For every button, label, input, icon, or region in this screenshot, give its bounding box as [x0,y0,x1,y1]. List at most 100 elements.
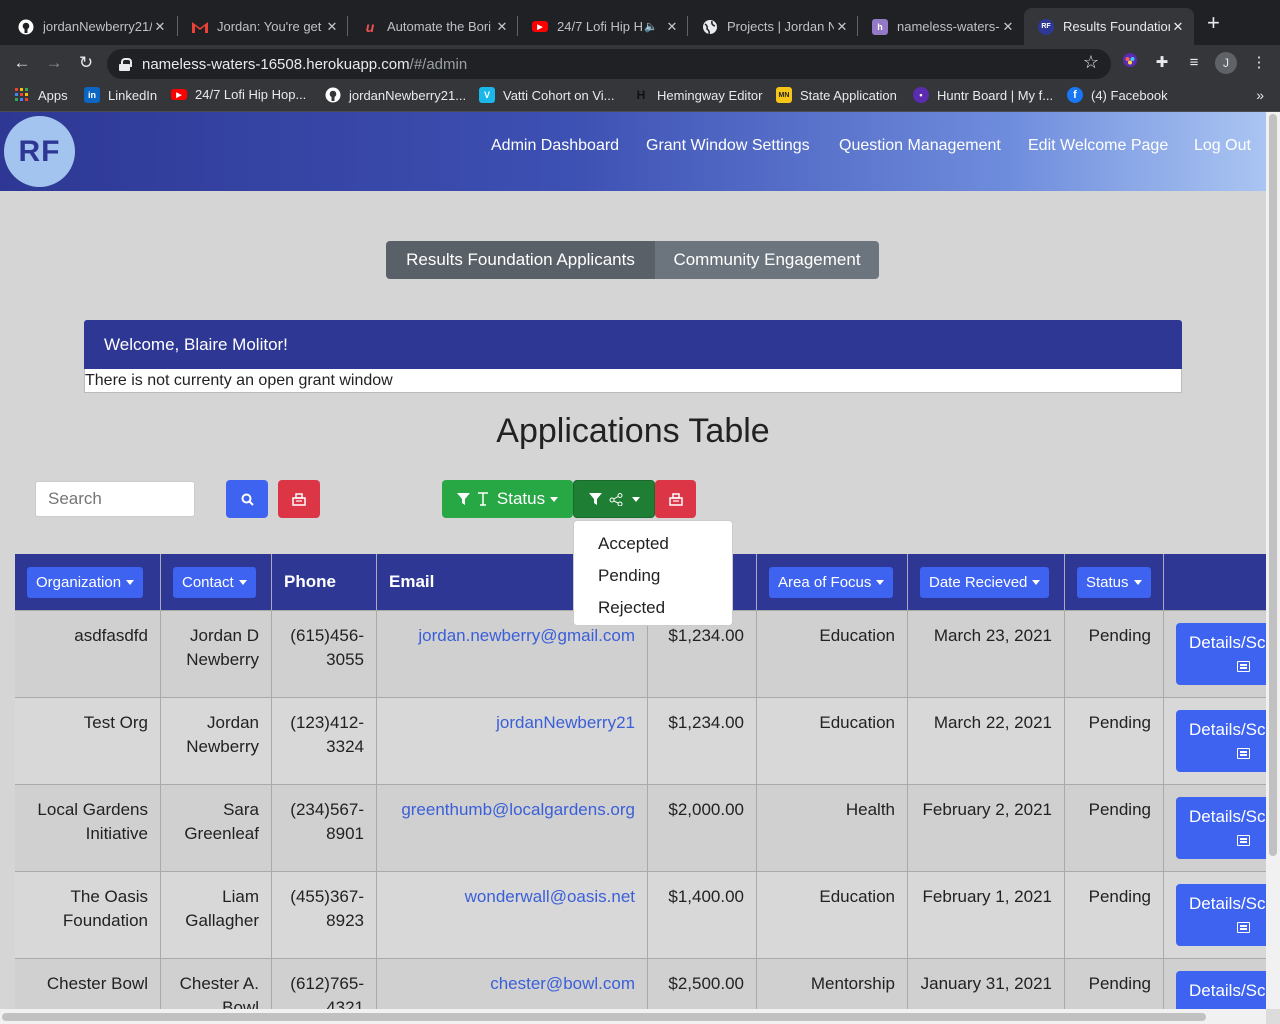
cell-email[interactable]: greenthumb@localgardens.org [377,785,648,872]
col-organization: Organization [15,554,161,610]
search-input[interactable]: Search [35,481,195,517]
bookmark-vimeo[interactable]: V Vatti Cohort on Vi... [479,87,615,103]
cell-date-received: February 1, 2021 [908,872,1065,959]
github-icon [18,19,34,35]
rf-logo[interactable]: RF [4,116,75,187]
toggle-community-engagement[interactable]: Community Engagement [655,241,879,279]
col-contact: Contact [161,554,272,610]
media-queue-icon[interactable]: ≡ [1183,52,1205,74]
cell-date-received: March 22, 2021 [908,698,1065,785]
kebab-menu-icon[interactable]: ⋮ [1248,52,1270,74]
horizontal-scroll-thumb[interactable] [2,1013,1206,1021]
bookmark-facebook[interactable]: f (4) Facebook [1067,87,1168,103]
bookmark-label: 24/7 Lofi Hip Hop... [195,87,307,102]
cell-amount: $1,400.00 [648,872,757,959]
close-icon[interactable]: ✕ [664,19,680,35]
nav-log-out[interactable]: Log Out [1194,137,1251,155]
bookmark-label: LinkedIn [108,87,158,103]
bookmark-lofi[interactable]: ▶ 24/7 Lofi Hip Hop... [171,87,306,102]
lock-icon [119,57,132,71]
bookmark-apps[interactable]: Apps [14,87,68,103]
bookmark-state-application[interactable]: MN State Application [776,87,897,103]
back-arrow-icon[interactable]: ← [11,53,33,73]
cell-status: Pending [1065,959,1164,1009]
cell-email[interactable]: chester@bowl.com [377,959,648,1009]
status-option-rejected[interactable]: Rejected [574,592,732,624]
organization-sort-button[interactable]: Organization [27,566,144,598]
audio-playing-icon[interactable]: 🔈 [644,20,658,33]
horizontal-scrollbar[interactable] [0,1009,1266,1024]
bookmark-label: State Application [800,87,897,103]
close-icon[interactable]: ✕ [494,19,510,35]
table-row: Test Org Jordan Newberry (123)412-3324 jord… [15,697,1266,785]
close-icon[interactable]: ✕ [1170,19,1186,35]
document-icon [1237,661,1250,672]
status-option-accepted[interactable]: Accepted [574,528,732,560]
rf-icon: RF [1038,18,1054,35]
toggle-applicants[interactable]: Results Foundation Applicants [386,241,655,279]
status-filter-button[interactable]: Status [442,480,573,518]
profile-avatar[interactable]: J [1215,52,1237,74]
filter-icon [588,493,602,505]
browser-tab-active[interactable]: RF Results Foundation ✕ [1024,8,1194,45]
vertical-scrollbar[interactable] [1266,112,1280,1009]
details-score-button[interactable]: Details/Sc [1176,710,1266,772]
extension-icon[interactable] [1119,52,1141,74]
browser-tab[interactable]: h nameless-waters- ✕ [858,8,1024,45]
browser-tab[interactable]: Projects | Jordan N ✕ [688,8,858,45]
cell-email[interactable]: jordanNewberry21 [377,698,648,785]
details-button-label: Details/Sc [1189,894,1266,913]
nav-grant-window-settings[interactable]: Grant Window Settings [646,137,810,155]
bookmark-linkedin[interactable]: in LinkedIn [84,87,157,103]
close-icon[interactable]: ✕ [1000,19,1016,35]
bookmark-github[interactable]: jordanNewberry21... [325,87,466,103]
col-date-received: Date Recieved [908,554,1065,610]
browser-tab[interactable]: Jordan: You're get ✕ [178,8,348,45]
details-score-button[interactable]: Details/Sc [1176,797,1266,859]
nav-admin-dashboard[interactable]: Admin Dashboard [491,137,619,155]
cell-date-received: March 23, 2021 [908,611,1065,698]
sort-tree-filter-button[interactable] [573,480,655,518]
nav-edit-welcome-page[interactable]: Edit Welcome Page [1028,137,1168,155]
clear-search-button[interactable] [278,480,320,518]
github-icon [325,87,341,103]
status-option-pending[interactable]: Pending [574,560,732,592]
hemingway-icon: H [633,87,649,103]
tab-label: nameless-waters- [897,19,1000,34]
search-button[interactable] [226,480,268,518]
nav-question-management[interactable]: Question Management [839,137,1001,155]
new-tab-icon[interactable]: + [1207,12,1220,34]
bookmarks-overflow-icon[interactable]: » [1256,87,1264,103]
puzzle-extensions-icon[interactable]: ✚ [1151,52,1173,74]
browser-tab[interactable]: ▶ 24/7 Lofi Hip H 🔈 ✕ [518,8,688,45]
cell-status: Pending [1065,698,1164,785]
status-filter-label: Status [496,489,546,508]
close-icon[interactable]: ✕ [324,19,340,35]
eraser-icon [668,492,683,506]
browser-tab[interactable]: u Automate the Bori ✕ [348,8,518,45]
address-bar[interactable]: nameless-waters-16508.herokuapp.com/#/ad… [107,49,1111,79]
close-icon[interactable]: ✕ [152,19,168,35]
bookmark-star-icon[interactable]: ☆ [1083,52,1099,73]
contact-sort-button[interactable]: Contact [173,566,256,598]
bookmark-label: jordanNewberry21... [349,87,467,103]
udemy-icon: u [365,18,375,35]
clear-filter-button[interactable] [655,480,696,518]
bookmark-huntr[interactable]: • Huntr Board | My f... [913,87,1053,103]
bookmark-hemingway[interactable]: H Hemingway Editor [633,87,763,103]
bookmark-label: Huntr Board | My f... [937,87,1054,103]
eraser-icon [292,492,306,506]
reload-icon[interactable]: ↻ [75,53,97,73]
details-score-button[interactable]: Details/Sc [1176,884,1266,946]
forward-arrow-icon[interactable]: → [43,53,65,73]
close-icon[interactable]: ✕ [834,19,850,35]
status-sort-button[interactable]: Status [1077,566,1151,598]
cell-email[interactable]: wonderwall@oasis.net [377,872,648,959]
cell-contact: Jordan Newberry [161,698,272,785]
date-sort-button[interactable]: Date Recieved [920,566,1050,598]
details-score-button[interactable]: Details/Sc [1176,623,1266,685]
details-score-button[interactable]: Details/Sc [1176,971,1266,1009]
area-sort-button[interactable]: Area of Focus [769,566,894,598]
vertical-scroll-thumb[interactable] [1269,114,1277,856]
browser-tab[interactable]: jordanNewberry21/ ✕ [4,8,176,45]
